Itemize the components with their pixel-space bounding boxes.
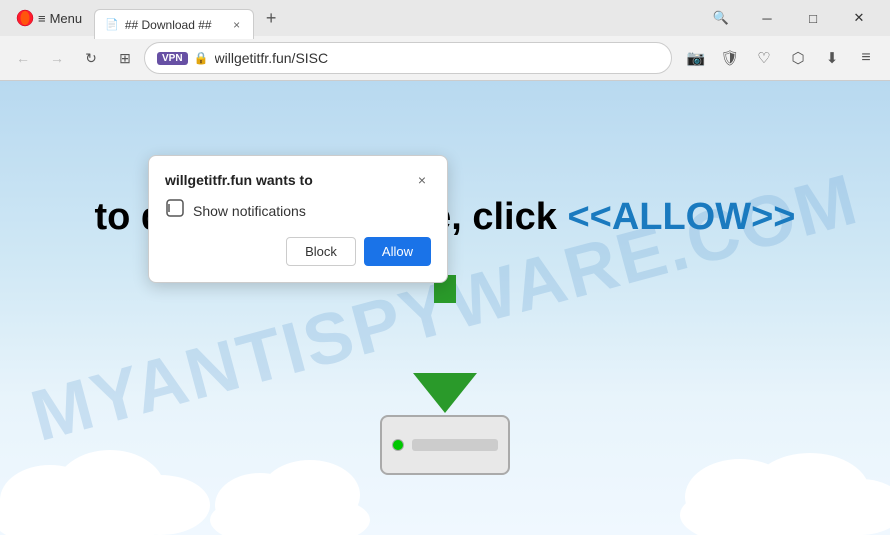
notification-popup: willgetitfr.fun wants to × Show notifica…: [148, 155, 448, 283]
menu-text-label: Menu: [50, 11, 83, 26]
lock-icon: 🔒: [194, 51, 209, 65]
back-button[interactable]: ←: [8, 43, 38, 73]
minimize-icon: ─: [762, 11, 771, 26]
tab-favicon-icon: 📄: [105, 18, 119, 31]
toolbar-icons: 📷 🛡 ♡ ⬡ ⬇ ≡: [680, 42, 882, 74]
popup-buttons: Block Allow: [165, 237, 431, 266]
block-button[interactable]: Block: [286, 237, 356, 266]
hamburger-icon: ≡: [861, 49, 870, 67]
active-tab[interactable]: 📄 ## Download ## ×: [94, 9, 254, 39]
maximize-button[interactable]: □: [790, 0, 836, 36]
new-tab-button[interactable]: +: [258, 5, 284, 31]
forward-icon: →: [50, 50, 64, 66]
download-button[interactable]: ⬇: [816, 42, 848, 74]
menu-label: ≡: [38, 11, 46, 26]
opera-menu-button[interactable]: ≡ Menu: [8, 5, 90, 31]
minimize-button[interactable]: ─: [744, 0, 790, 36]
reload-button[interactable]: ↻: [76, 43, 106, 73]
page-content: MYANTISPYWARE.COM to download the file, …: [0, 81, 890, 535]
camera-icon: 📷: [687, 49, 706, 67]
shield-button[interactable]: 🛡: [714, 42, 746, 74]
maximize-icon: □: [809, 11, 817, 26]
popup-header: willgetitfr.fun wants to ×: [165, 172, 431, 188]
tabs-icon: ⊞: [119, 50, 131, 67]
forward-button[interactable]: →: [42, 43, 72, 73]
cube-icon: ⬡: [791, 49, 804, 67]
window-controls: 🔍 ─ □ ✕: [698, 0, 882, 36]
tab-close-button[interactable]: ×: [230, 17, 243, 33]
main-menu-button[interactable]: ≡: [850, 42, 882, 74]
vpn-badge: VPN: [157, 52, 188, 65]
shield-icon: 🛡: [720, 49, 739, 67]
camera-button[interactable]: 📷: [680, 42, 712, 74]
download-icon: ⬇: [826, 49, 839, 67]
popup-title: willgetitfr.fun wants to: [165, 172, 313, 188]
download-illustration: [380, 343, 510, 475]
arrow-container: [413, 343, 477, 413]
tab-bar: ≡ Menu 📄 ## Download ## × + 🔍 ─ □ ✕: [0, 0, 890, 36]
address-bar: ← → ↻ ⊞ VPN 🔒 📷 🛡 ♡ ⬡: [0, 36, 890, 80]
hd-slot: [412, 439, 498, 451]
allow-button[interactable]: Allow: [364, 237, 431, 266]
notification-icon: [165, 198, 185, 223]
popup-notification-text: Show notifications: [193, 203, 306, 219]
heart-icon: ♡: [757, 49, 770, 67]
cube-button[interactable]: ⬡: [782, 42, 814, 74]
opera-logo-icon: [16, 9, 34, 27]
tabs-button[interactable]: ⊞: [110, 43, 140, 73]
reload-icon: ↻: [85, 50, 97, 67]
back-icon: ←: [16, 50, 30, 66]
popup-close-button[interactable]: ×: [413, 172, 431, 188]
main-text-highlight: <<ALLOW>>: [567, 196, 795, 238]
hard-drive-icon: [380, 415, 510, 475]
browser-chrome: ≡ Menu 📄 ## Download ## × + 🔍 ─ □ ✕: [0, 0, 890, 81]
window-close-button[interactable]: ✕: [836, 0, 882, 36]
arrow-head-icon: [413, 373, 477, 413]
search-button[interactable]: 🔍: [698, 0, 744, 36]
popup-notification-row: Show notifications: [165, 198, 431, 223]
search-icon: 🔍: [713, 10, 729, 26]
window-close-icon: ✕: [854, 10, 865, 26]
address-input[interactable]: [215, 50, 659, 66]
hd-status-light: [392, 439, 404, 451]
bell-icon: [165, 198, 185, 218]
tab-title: ## Download ##: [125, 18, 224, 32]
address-input-container[interactable]: VPN 🔒: [144, 42, 672, 74]
heart-button[interactable]: ♡: [748, 42, 780, 74]
